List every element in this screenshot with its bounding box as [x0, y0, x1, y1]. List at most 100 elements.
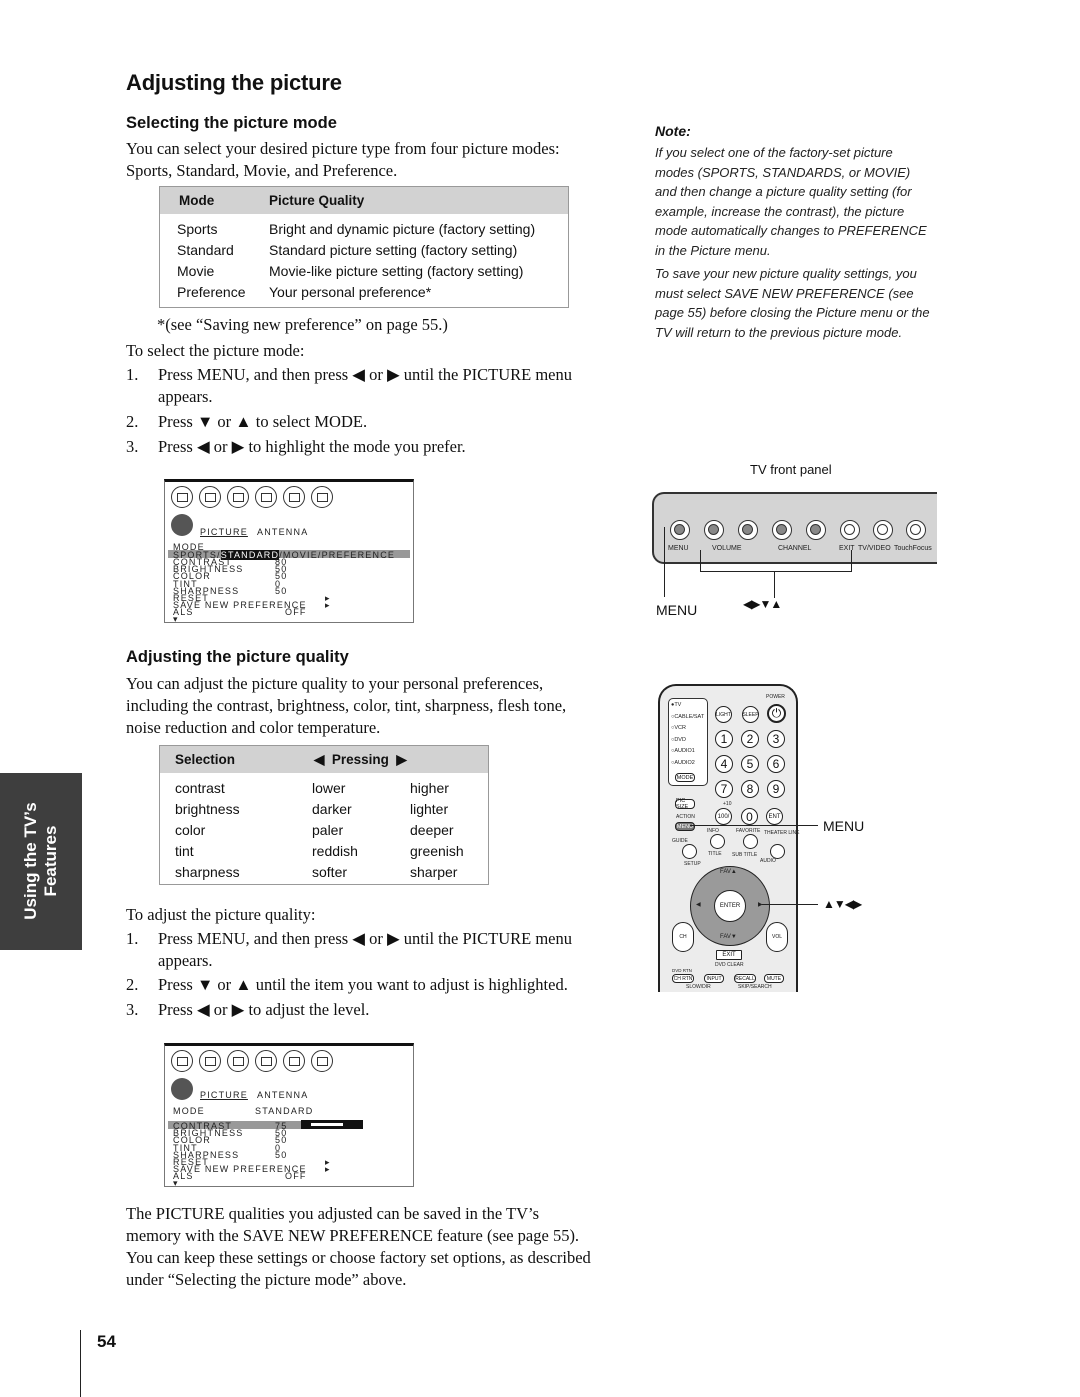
step-text: Press MENU, and then press ◀ or ▶ until …: [158, 929, 573, 970]
table-row: Preference Your personal preference*: [160, 281, 568, 302]
remote-action-label: ACTION: [676, 814, 695, 820]
remote-digit-2[interactable]: 2: [741, 730, 759, 748]
remote-arrows-callout: ▲▼◀▶: [823, 897, 862, 911]
menu-callout-line: [664, 527, 665, 597]
remote-digit-3[interactable]: 3: [767, 730, 785, 748]
front-panel-caption: TV front panel: [750, 462, 832, 477]
picture-menu-icon: [171, 1050, 193, 1072]
right-press-cell: deeper: [410, 821, 454, 838]
remote-menu-button[interactable]: MENU: [675, 822, 695, 831]
header-selection: Selection: [175, 752, 236, 767]
panel-volume-up-button[interactable]: [738, 520, 758, 540]
remote-enter-button[interactable]: ENTER: [714, 890, 746, 922]
remote-guide-label: GUIDE: [672, 838, 688, 844]
osd-item-value: 50: [275, 585, 288, 596]
remote-mode-indicator: ○AUDIO2: [671, 759, 695, 766]
header-mode: Mode: [179, 193, 215, 208]
note-title: Note:: [655, 123, 691, 139]
page-number-rule: [80, 1330, 81, 1397]
mode-cell: Sports: [177, 220, 218, 237]
panel-menu-button[interactable]: [670, 520, 690, 540]
remote-exit-button[interactable]: EXIT: [716, 950, 742, 960]
panel-touchfocus-button[interactable]: [906, 520, 926, 540]
remote-mode-button[interactable]: MODE: [675, 773, 695, 782]
osd-item-value: OFF: [285, 607, 307, 618]
remote-favorite-button[interactable]: [743, 834, 758, 849]
remote-digit-1[interactable]: 1: [715, 730, 733, 748]
remote-100-button[interactable]: 100/: [715, 808, 732, 825]
remote-left-button[interactable]: ◀: [696, 901, 701, 908]
remote-fav-up-button[interactable]: FAV▲: [720, 869, 737, 875]
remote-digit-7[interactable]: 7: [715, 780, 733, 798]
remote-guide-button[interactable]: [682, 844, 697, 859]
remote-digit-6[interactable]: 6: [767, 755, 785, 773]
audio-menu-icon: [199, 486, 221, 508]
remote-plus10-label: +10: [723, 801, 732, 807]
panel-label-touchfocus: TouchFocus: [894, 545, 932, 552]
quality-intro-line: including the contrast, brightness, colo…: [126, 696, 567, 715]
remote-ch-rtn-button[interactable]: CH RTN: [672, 974, 694, 983]
remote-pic-size-button[interactable]: PIC SIZE: [675, 798, 695, 810]
header-pressing: ◀ Pressing ▶: [314, 751, 407, 767]
theater-menu-icon: [255, 1050, 277, 1072]
osd-tab-picture: PICTURE: [200, 527, 248, 537]
step-number: 3.: [126, 1000, 139, 1019]
remote-mode-indicator: ●TV: [671, 702, 682, 708]
quality-intro: You can adjust the picture quality to yo…: [126, 673, 566, 739]
remote-digit-5[interactable]: 5: [741, 755, 759, 773]
remote-recall-button[interactable]: RECALL: [734, 974, 756, 983]
step-text: Press ◀ or ▶ to highlight the mode you p…: [158, 437, 466, 456]
closing-line: under “Selecting the picture mode” above…: [126, 1270, 407, 1289]
remote-digit-9[interactable]: 9: [767, 780, 785, 798]
side-tab-line1: Using the TV’s: [21, 802, 40, 920]
remote-mute-button[interactable]: MUTE: [764, 974, 784, 983]
remote-ent-button[interactable]: ENT: [766, 808, 783, 825]
left-press-cell: darker: [312, 800, 352, 817]
remote-light-button[interactable]: LIGHT: [715, 706, 732, 723]
remote-setup-label: SETUP: [684, 861, 701, 867]
panel-channel-up-button[interactable]: [806, 520, 826, 540]
remote-power-button[interactable]: ⏻: [767, 704, 786, 723]
remote-input-button[interactable]: INPUT: [704, 974, 724, 983]
remote-channel-rocker[interactable]: CH: [672, 922, 694, 952]
step-text: Press ▼ or ▲ to select MODE.: [158, 412, 368, 431]
remote-menu-callout: MENU: [823, 818, 865, 834]
remote-mode-indicator: ○CABLE/SAT: [671, 713, 705, 720]
remote-volume-rocker[interactable]: VOL: [766, 922, 788, 952]
panel-exit-button[interactable]: [840, 520, 860, 540]
remote-dvd-clear-label: DVD CLEAR: [715, 962, 744, 968]
osd-item-value: ▸: [325, 1164, 331, 1175]
remote-title-label: TITLE: [708, 851, 722, 857]
remote-digit-8[interactable]: 8: [741, 780, 759, 798]
footnote: *(see “Saving new preference” on page 55…: [157, 315, 448, 334]
mode-cell: Standard: [177, 241, 234, 258]
remote-theater-link-button[interactable]: [770, 844, 785, 859]
left-press-cell: lower: [312, 779, 346, 796]
remote-mode-indicator: ○DVD: [671, 736, 686, 743]
table-row: Movie Movie-like picture setting (factor…: [160, 260, 568, 281]
remote-info-button[interactable]: [710, 834, 725, 849]
quality-intro-line: noise reduction and color temperature.: [126, 718, 381, 737]
contrast-slider[interactable]: [301, 1120, 363, 1129]
remote-digit-4[interactable]: 4: [715, 755, 733, 773]
remote-sleep-button[interactable]: SLEEP: [742, 706, 759, 723]
step-number: 3.: [126, 437, 139, 456]
right-press-cell: lighter: [410, 800, 449, 817]
remote-fav-down-button[interactable]: FAV▼: [720, 934, 737, 940]
osd-mode-suffix: /MOVIE/PREFERENCE: [279, 550, 396, 560]
audio-menu-icon: [199, 1050, 221, 1072]
mode-intro: You can select your desired picture type…: [126, 138, 560, 182]
section-heading-picture-mode: Selecting the picture mode: [126, 114, 337, 132]
locks-menu-icon: [311, 486, 333, 508]
header-picture-quality: Picture Quality: [269, 193, 365, 208]
panel-channel-down-button[interactable]: [772, 520, 792, 540]
right-press-cell: sharper: [410, 863, 458, 880]
remote-digit-0[interactable]: 0: [741, 808, 758, 825]
panel-volume-down-button[interactable]: [704, 520, 724, 540]
page-number: 54: [97, 1332, 116, 1351]
note-paragraph-1: If you select one of the factory-set pic…: [655, 145, 927, 258]
osd-item-value: ▸: [325, 600, 331, 611]
picture-menu-icon: [171, 486, 193, 508]
mode-intro-line2: Sports, Standard, Movie, and Preference.: [126, 161, 398, 180]
panel-tv-video-button[interactable]: [873, 520, 893, 540]
